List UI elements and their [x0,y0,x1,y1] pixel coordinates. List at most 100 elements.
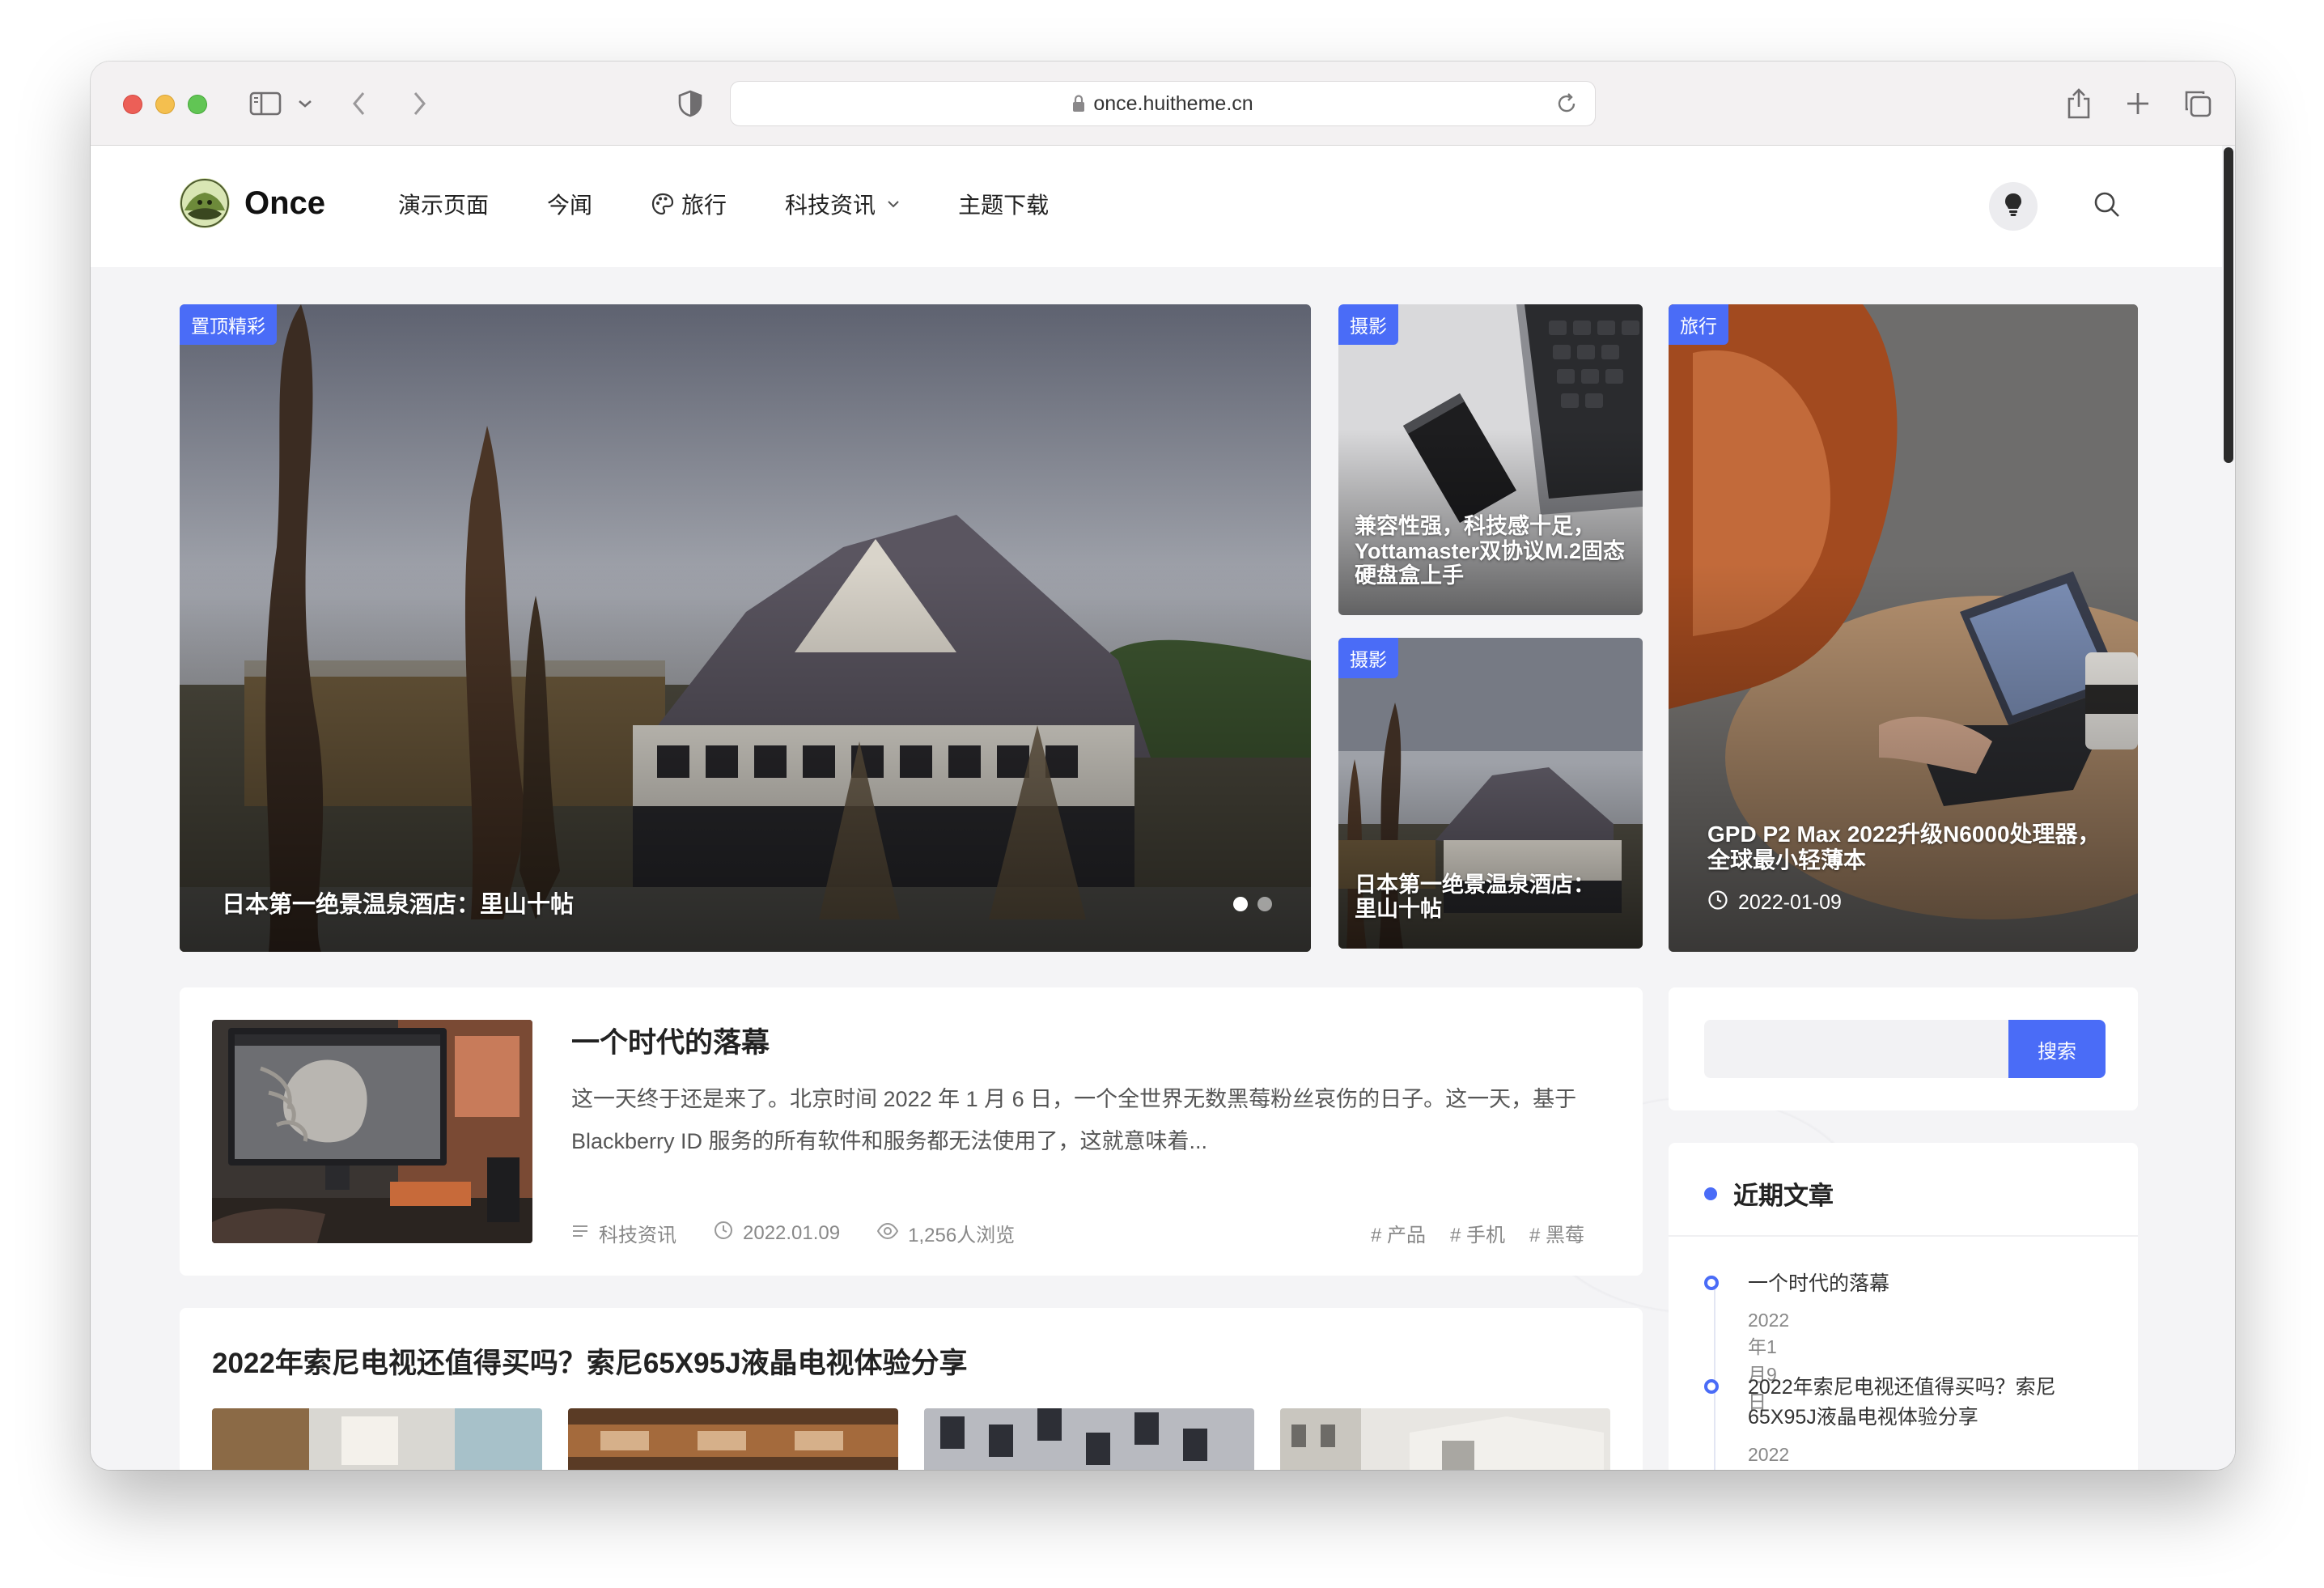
nav-item-demo[interactable]: 演示页面 [398,188,489,220]
post-card: 一个时代的落幕 这一天终于还是来了。北京时间 2022 年 1 月 6 日，一个… [180,987,1643,1276]
hero-card-hotel[interactable]: 摄影 日本第一绝景温泉酒店：里山十帖 [1338,638,1643,949]
hero-date-text: 2022-01-09 [1738,891,1842,914]
search-icon[interactable] [2093,190,2122,223]
nav-item-label: 演示页面 [398,193,490,218]
post-card: 2022年索尼电视还值得买吗？索尼65X95J液晶电视体验分享 [180,1308,1643,1470]
shield-icon[interactable] [678,86,702,121]
post-gallery-image[interactable] [1280,1408,1610,1470]
interior-photo [568,1408,898,1470]
nav-item-download[interactable]: 主题下载 [958,188,1049,220]
forward-icon[interactable] [411,86,427,121]
browser-toolbar: once.huitheme.cn [91,62,2235,146]
timeline-line [1714,1285,1715,1470]
recent-post-title[interactable]: 2022年索尼电视还值得买吗？索尼65X95J液晶电视体验分享 [1748,1373,2104,1433]
site-header: Once 演示页面 今闻 旅行 科技资讯 主题下载 [91,146,2222,267]
tag-link[interactable]: # 黑莓 [1529,1219,1584,1247]
nav-item-label: 旅行 [681,193,727,218]
workstation-photo [212,1020,532,1243]
browser-window: once.huitheme.cn Once 演示页面 今闻 旅行 科技资讯 主题… [91,62,2235,1470]
nav-item-label: 科技资讯 [785,193,876,218]
scrollbar-thumb[interactable] [2224,147,2233,463]
address-bar[interactable]: once.huitheme.cn [730,81,1596,126]
tab-overview-icon[interactable] [2183,86,2212,121]
site-name: Once [244,185,326,221]
recent-posts-widget: 近期文章 一个时代的落幕 2022年1月9日 2022年索尼电视还值得买吗？索尼… [1669,1143,2138,1470]
post-date-text: 2022.01.09 [743,1221,841,1244]
hero-badge[interactable]: 摄影 [1338,638,1398,678]
nav-item-label: 今闻 [547,193,593,218]
post-thumbnail[interactable] [212,1020,532,1243]
post-gallery-image[interactable] [924,1408,1254,1470]
eye-icon [876,1222,908,1245]
hero-title[interactable]: 兼容性强，科技感十足，Yottamaster双协议M.2固态硬盘盒上手 [1355,514,1630,588]
chevron-down-icon [887,200,900,208]
reload-icon[interactable] [1554,91,1579,120]
post-category[interactable]: 科技资讯 [571,1219,676,1247]
widget-title-text: 近期文章 [1733,1182,1834,1210]
hero-card-ssd[interactable]: 摄影 兼容性强，科技感十足，Yottamaster双协议M.2固态硬盘盒上手 [1338,304,1643,615]
slider-dots [1223,897,1272,911]
share-icon[interactable] [2065,86,2093,121]
hero-badge[interactable]: 摄影 [1338,304,1398,345]
interior-photo [212,1408,542,1470]
hero-badge[interactable]: 置顶精彩 [180,304,277,345]
chevron-down-icon[interactable] [298,86,312,121]
divider [1669,1235,2138,1237]
search-widget: 搜索 [1669,987,2138,1110]
tag-link[interactable]: # 产品 [1371,1219,1426,1247]
tag-link[interactable]: # 手机 [1450,1219,1505,1247]
palette-icon [651,192,675,216]
zoom-window-button[interactable] [188,95,207,114]
lightbulb-icon [2004,193,2022,221]
recent-post-title[interactable]: 一个时代的落幕 [1748,1269,2104,1299]
lock-icon [1072,95,1085,113]
post-tags: # 产品 # 手机 # 黑莓 [1346,1219,1584,1247]
recent-post-date: 2022年1月9日 [1748,1444,1790,1465]
hero-card-gpd[interactable]: 旅行 GPD P2 Max 2022升级N6000处理器，全球最小轻薄本 202… [1669,304,2138,952]
nav-item-tech[interactable]: 科技资讯 [785,188,900,220]
post-views-text: 1,256人浏览 [908,1225,1016,1246]
url-text: once.huitheme.cn [1093,91,1253,115]
hero-title[interactable]: 日本第一绝景温泉酒店：里山十帖 [1355,873,1614,921]
search-button[interactable]: 搜索 [2008,1020,2106,1078]
sidebar-toggle-icon[interactable] [249,86,282,121]
clock-icon [714,1221,743,1246]
web-page: Once 演示页面 今闻 旅行 科技资讯 主题下载 置顶精彩 日本第一绝景温泉酒… [91,146,2235,1470]
back-icon[interactable] [351,86,367,121]
search-input[interactable] [1704,1020,2010,1078]
post-title[interactable]: 一个时代的落幕 [571,1020,770,1061]
hero-title[interactable]: GPD P2 Max 2022升级N6000处理器，全球最小轻薄本 [1707,822,2112,873]
post-meta: 科技资讯 2022.01.09 1,256人浏览 # 产品 # 手机 # 黑莓 [571,1219,1584,1247]
post-title[interactable]: 2022年索尼电视还值得买吗？索尼65X95J液晶电视体验分享 [212,1340,968,1382]
post-excerpt: 这一天终于还是来了。北京时间 2022 年 1 月 6 日，一个全世界无数黑莓粉… [571,1087,1577,1153]
slider-dot[interactable] [1257,897,1272,911]
hero-badge[interactable]: 旅行 [1669,304,1728,345]
theme-toggle-button[interactable] [1989,182,2038,231]
site-logo[interactable]: Once [180,178,325,228]
logo-icon [180,178,230,228]
hero-date: 2022-01-09 [1707,890,1842,916]
nav-item-travel[interactable]: 旅行 [651,188,727,220]
timeline-dot-icon [1704,1276,1719,1290]
post-category-label: 科技资讯 [599,1225,676,1246]
post-gallery-image[interactable] [212,1408,542,1470]
bullet-icon [1704,1187,1717,1200]
hero-title[interactable]: 日本第一绝景温泉酒店：里山十帖 [222,892,574,918]
widget-title: 近期文章 [1704,1175,1834,1212]
building-photo [924,1408,1254,1470]
close-window-button[interactable] [123,95,142,114]
building-photo [1280,1408,1610,1470]
new-tab-icon[interactable] [2125,86,2151,121]
minimize-window-button[interactable] [155,95,175,114]
list-icon [571,1222,599,1245]
clock-icon [1707,890,1738,916]
main-nav: 演示页面 今闻 旅行 科技资讯 主题下载 [398,188,1107,220]
post-gallery-image[interactable] [568,1408,898,1470]
page-scrollbar[interactable] [2222,146,2235,1470]
nav-item-news[interactable]: 今闻 [547,188,592,220]
slider-dot[interactable] [1233,897,1248,911]
timeline-dot-icon [1704,1379,1719,1394]
post-views: 1,256人浏览 [876,1219,1016,1247]
post-date: 2022.01.09 [714,1221,840,1246]
hero-slider[interactable]: 置顶精彩 日本第一绝景温泉酒店：里山十帖 [180,304,1311,952]
